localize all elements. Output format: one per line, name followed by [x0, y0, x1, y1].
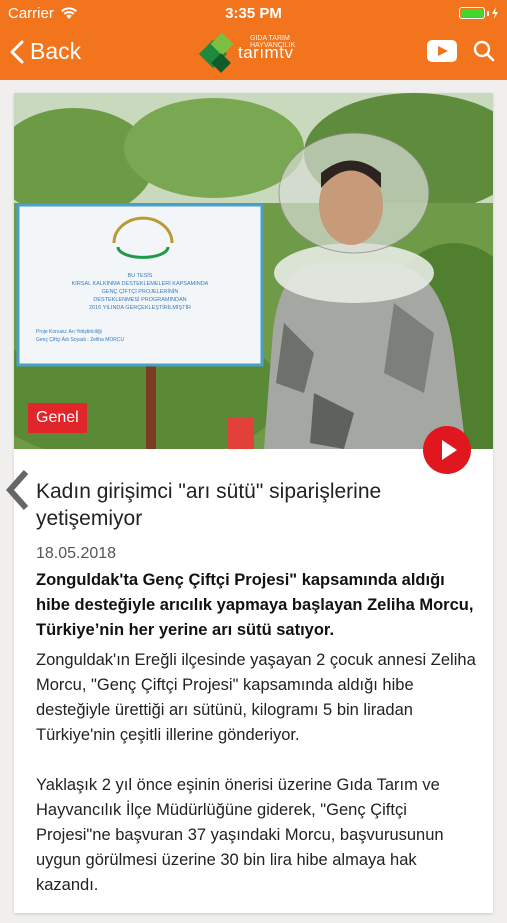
logo-text: tarımtv [238, 43, 294, 62]
status-time: 3:35 PM [225, 5, 282, 22]
back-label: Back [30, 38, 82, 64]
search-icon[interactable] [473, 40, 495, 62]
sign-line4: DESTEKLENMESİ PROGRAMINDAN [93, 296, 186, 303]
category-tag[interactable]: Genel [28, 403, 87, 433]
back-chevron-icon [10, 40, 24, 63]
photo-illustration: BU TESİS KIRSAL KALKINMA DESTEKLEMELERİ … [14, 93, 493, 449]
nav-bar: Back GIDA TARIM HAYVANCILIK tarımtv [0, 28, 507, 80]
app-logo: GIDA TARIM HAYVANCILIK tarımtv [198, 32, 318, 76]
back-button[interactable]: Back [10, 38, 81, 65]
prev-arrow-icon[interactable] [4, 468, 34, 512]
battery-icon [459, 7, 499, 19]
article-title: Kadın girişimci "arı sütü" siparişlerine… [36, 480, 382, 530]
article-paragraph: Yaklaşık 2 yıl önce eşinin önerisi üzeri… [36, 776, 444, 894]
sign-line3: GENÇ ÇİFTÇİ PROJELERİNİN [102, 288, 179, 295]
sign-line5: 2016 YILINDA GERÇEKLEŞTİRİLMİŞTİR [89, 304, 191, 311]
article-date: 18.05.2018 [36, 545, 117, 562]
sign-line2: KIRSAL KALKINMA DESTEKLEMELERİ KAPSAMIND… [72, 280, 209, 287]
article-paragraph: Zonguldak'ın Ereğli ilçesinde yaşayan 2 … [36, 651, 476, 744]
article-photo[interactable]: BU TESİS KIRSAL KALKINMA DESTEKLEMELERİ … [14, 93, 493, 449]
sign-line1: BU TESİS [128, 272, 153, 279]
sign-line7: Genç Çiftçi Adı Soyadı : Zeliha MORCU [36, 337, 124, 343]
app-header: Carrier 3:35 PM Back GIDA TARIM HAYVANCI… [0, 0, 507, 80]
youtube-icon[interactable] [427, 40, 457, 62]
logo-mark-icon [198, 32, 234, 73]
nav-actions [427, 40, 495, 62]
sign-line6: Proje Konusu: Arı Yetiştiriciliği [36, 329, 102, 335]
article-lead: Zonguldak'ta Genç Çiftçi Projesi" kapsam… [36, 571, 474, 639]
status-bar: Carrier 3:35 PM [0, 0, 507, 28]
play-icon[interactable] [423, 426, 471, 474]
article-body: Zonguldak'ın Ereğli ilçesinde yaşayan 2 … [36, 648, 476, 923]
